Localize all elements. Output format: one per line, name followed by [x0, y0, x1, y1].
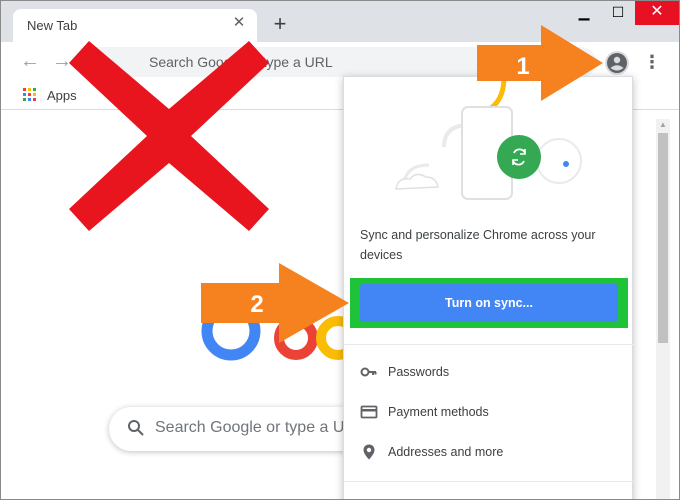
minimize-button[interactable]: ▁	[567, 1, 601, 25]
omnibox-input[interactable]	[149, 53, 509, 71]
sync-description: Sync and personalize Chrome across your …	[360, 228, 596, 262]
popup-item-payment-methods[interactable]: Payment methods	[344, 393, 634, 433]
key-icon	[360, 367, 377, 377]
credit-card-icon	[360, 405, 378, 419]
account-circle-icon	[607, 53, 627, 73]
profile-avatar-icon[interactable]	[605, 51, 629, 75]
scroll-up-icon[interactable]: ▲	[656, 119, 670, 131]
page-scrollbar[interactable]: ▲	[656, 119, 670, 499]
forward-arrow-icon[interactable]: →	[51, 51, 73, 73]
sync-button-highlight: Turn on sync...	[350, 278, 628, 328]
back-arrow-icon[interactable]: ←	[19, 51, 41, 73]
popup-item-addresses[interactable]: Addresses and more	[344, 433, 634, 473]
popup-item-label: Payment methods	[388, 405, 489, 419]
ntp-search-placeholder: Search Google or type a URL	[155, 419, 365, 436]
scroll-thumb[interactable]	[658, 133, 668, 343]
more-menu-icon[interactable]: ⋮	[643, 52, 661, 72]
apps-label: Apps	[47, 88, 77, 103]
popup-divider	[344, 481, 634, 482]
omnibox[interactable]	[81, 47, 596, 77]
maximize-button[interactable]: ☐	[601, 1, 635, 25]
tab-strip: New Tab ✕ + ▁ ☐ ✕	[1, 1, 679, 42]
popup-item-label: Passwords	[388, 365, 450, 379]
popup-item-label: Addresses and more	[388, 445, 504, 459]
turn-on-sync-button[interactable]: Turn on sync...	[360, 284, 618, 322]
browser-window: New Tab ✕ + ▁ ☐ ✕ ← → ⋮	[0, 0, 680, 500]
sync-illustration	[395, 77, 582, 200]
tab-title: New Tab	[27, 18, 78, 33]
popup-item-passwords[interactable]: Passwords	[344, 353, 634, 393]
search-icon	[128, 420, 144, 436]
profile-popup: Sync and personalize Chrome across your …	[343, 76, 634, 499]
apps-grid-icon	[23, 88, 37, 102]
close-window-button[interactable]: ✕	[635, 1, 679, 25]
popup-divider	[344, 344, 634, 345]
new-tab-button[interactable]: +	[269, 13, 291, 36]
tab-new-tab[interactable]: New Tab ✕	[13, 9, 257, 42]
location-pin-icon	[363, 444, 375, 460]
tab-close-icon[interactable]: ✕	[231, 15, 247, 31]
